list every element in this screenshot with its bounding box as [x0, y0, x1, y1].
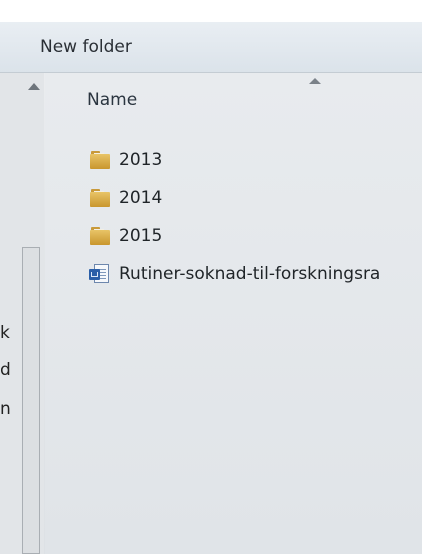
collapse-arrow-icon[interactable] [28, 83, 40, 90]
list-item[interactable]: 2014 [89, 179, 422, 217]
file-list: 2013 2014 2015 Rutiner-soknad-til-forskn… [89, 141, 422, 293]
folder-icon [89, 150, 111, 170]
file-list-pane: Name 2013 2014 2015 Rutiner-soknad-til-f… [45, 73, 422, 554]
file-name: Rutiner-soknad-til-forskningsra [119, 264, 381, 284]
command-bar: New folder [0, 22, 422, 73]
word-document-icon [89, 263, 111, 285]
list-item[interactable]: 2015 [89, 217, 422, 255]
file-name: 2013 [119, 150, 163, 170]
nav-item-label[interactable]: k [0, 323, 20, 343]
file-name: 2015 [119, 226, 163, 246]
list-item[interactable]: Rutiner-soknad-til-forskningsra [89, 255, 422, 293]
window-top-edge [0, 0, 422, 22]
sort-ascending-icon [309, 78, 321, 84]
nav-item-label[interactable]: d [0, 360, 20, 380]
list-item[interactable]: 2013 [89, 141, 422, 179]
navigation-pane[interactable]: k d n [0, 73, 44, 554]
column-header-row: Name [45, 73, 422, 125]
nav-item-label[interactable]: n [0, 399, 20, 419]
folder-icon [89, 188, 111, 208]
new-folder-button[interactable]: New folder [32, 32, 140, 62]
name-column-header[interactable]: Name [87, 90, 137, 110]
navigation-scrollbar[interactable] [22, 247, 40, 554]
file-name: 2014 [119, 188, 163, 208]
explorer-window: New folder k d n Name 2013 2014 2015 Rut… [0, 0, 422, 554]
folder-icon [89, 226, 111, 246]
